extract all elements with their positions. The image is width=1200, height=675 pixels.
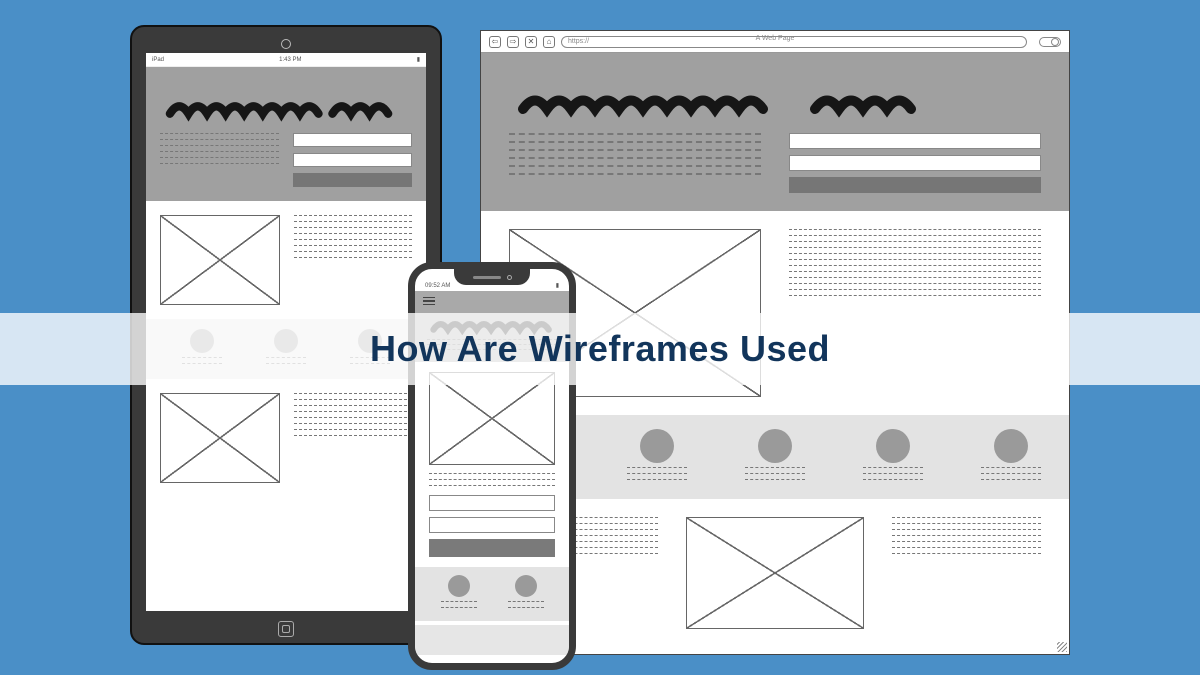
- tablet-status-bar: iPad 1:43 PM ▮: [146, 53, 426, 67]
- tablet-hero-form: [293, 133, 412, 187]
- text-placeholder: [294, 393, 412, 483]
- browser-nav-bar: [481, 53, 1069, 75]
- input-field[interactable]: [429, 517, 555, 533]
- tablet-hero: [146, 85, 426, 201]
- submit-button[interactable]: [429, 539, 555, 557]
- phone-nav-bar: [415, 291, 569, 311]
- browser-page-title: A Web Page: [756, 35, 795, 42]
- tablet-status-left: iPad: [152, 57, 164, 63]
- home-icon[interactable]: ⌂: [543, 36, 555, 48]
- browser-hero: [481, 75, 1069, 211]
- tablet-status-time: 1:43 PM: [279, 57, 301, 63]
- feature-circle-icon: [448, 575, 470, 597]
- browser-hero-text: [509, 133, 761, 193]
- hamburger-menu-icon[interactable]: [423, 297, 435, 306]
- image-placeholder-icon: [160, 393, 280, 483]
- text-placeholder: [294, 215, 412, 305]
- forward-icon[interactable]: ⇨: [507, 36, 519, 48]
- browser-headline-scribble: [513, 89, 1037, 119]
- address-prefix: https://: [568, 38, 589, 45]
- tablet-content-row-2: [146, 379, 426, 497]
- tablet-camera-icon: [281, 39, 291, 49]
- text-placeholder: [892, 517, 1041, 559]
- speaker-icon: [473, 276, 501, 279]
- text-placeholder: [429, 473, 555, 487]
- tablet-home-button-icon: [278, 621, 294, 637]
- feature-circle-icon: [876, 429, 910, 463]
- search-pill-icon[interactable]: [1039, 37, 1061, 47]
- submit-button[interactable]: [789, 177, 1041, 193]
- submit-button[interactable]: [293, 173, 412, 187]
- resize-grip-icon[interactable]: [1057, 642, 1067, 652]
- input-field[interactable]: [789, 155, 1041, 171]
- phone-content: [415, 362, 569, 567]
- feature-circle-icon: [758, 429, 792, 463]
- phone-features-band: [415, 567, 569, 621]
- tablet-headline-scribble: [164, 97, 408, 123]
- camera-icon: [507, 275, 512, 280]
- tablet-content-row: [146, 201, 426, 319]
- feature-circle-icon: [994, 429, 1028, 463]
- image-placeholder-icon: [686, 517, 865, 629]
- input-field[interactable]: [293, 153, 412, 167]
- feature-circle-icon: [515, 575, 537, 597]
- back-icon[interactable]: ⇦: [489, 36, 501, 48]
- title-overlay-band: How Are Wireframes Used: [0, 313, 1200, 385]
- input-field[interactable]: [293, 133, 412, 147]
- input-field[interactable]: [789, 133, 1041, 149]
- phone-status-icons: ▮: [556, 282, 559, 289]
- phone-notch: [454, 269, 530, 285]
- tablet-hero-text: [160, 133, 279, 187]
- close-icon[interactable]: ✕: [525, 36, 537, 48]
- image-placeholder-icon: [429, 372, 555, 465]
- image-placeholder-icon: [160, 215, 280, 305]
- browser-chrome-bar: ⇦ ⇨ ✕ ⌂ https:// A Web Page: [481, 31, 1069, 53]
- tablet-nav-bar: [146, 67, 426, 85]
- phone-status-time: 09:52 AM: [425, 283, 450, 289]
- phone-footer-band: [415, 625, 569, 655]
- input-field[interactable]: [429, 495, 555, 511]
- page-title: How Are Wireframes Used: [370, 328, 830, 370]
- browser-hero-form: [789, 133, 1041, 193]
- feature-circle-icon: [640, 429, 674, 463]
- tablet-status-right: ▮: [417, 56, 420, 63]
